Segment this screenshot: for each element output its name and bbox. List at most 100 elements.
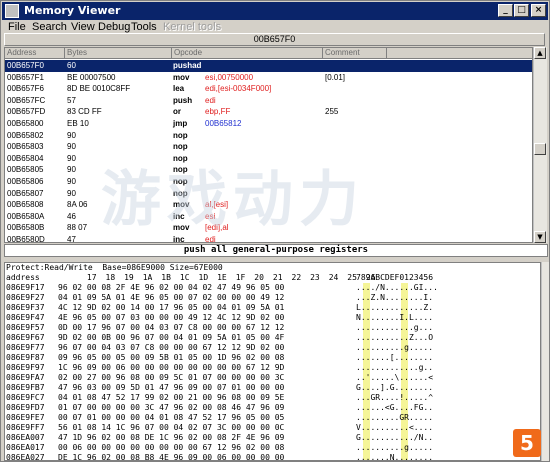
disassembly-scrollbar[interactable]: ▲ ▼ — [533, 47, 547, 243]
column-header-bytes[interactable]: Bytes — [65, 48, 172, 59]
hex-row-bytes[interactable]: 47 1D 96 02 00 08 DE 1C 96 02 00 08 2F 4… — [58, 433, 284, 443]
hex-row-address: 086E9FA7 — [6, 373, 45, 382]
hex-row-ascii[interactable]: L.............Z. — [356, 303, 433, 313]
row-operands: [edi],al — [205, 223, 229, 233]
hex-row-bytes[interactable]: 96 02 00 08 2F 4E 96 02 00 04 02 47 49 9… — [58, 283, 284, 293]
hex-row-bytes[interactable]: 01 07 00 00 00 00 3C 47 96 02 00 08 46 4… — [58, 403, 284, 413]
hex-row-ascii[interactable]: ...Z.N........I. — [356, 293, 433, 303]
disassembly-row[interactable]: 00B657F1 BE 00007500 mov esi,00750000 [0.01] — [5, 72, 532, 84]
row-operands: ebp,FF — [205, 107, 231, 117]
hex-row-ascii[interactable]: ...GR....!.....^ — [356, 393, 433, 403]
site-logo-badge: 5 — [513, 429, 541, 457]
hex-row-bytes[interactable]: DE 1C 96 02 00 08 B8 4E 96 09 00 06 00 0… — [58, 453, 284, 460]
row-opcode: nop — [173, 153, 188, 163]
disassembly-row[interactable]: 00B65807 90 nop — [5, 188, 532, 200]
disassembly-row[interactable]: 00B65808 8A 06 mov al,[esi] — [5, 199, 532, 211]
hex-row-address: 086E9F77 — [6, 343, 45, 352]
hex-row-bytes[interactable]: 02 00 27 00 96 08 00 09 5C 01 07 00 00 0… — [58, 373, 284, 383]
disassembly-row[interactable]: 00B65800 EB 10 jmp 00B65812 — [5, 118, 532, 130]
hex-row-bytes[interactable]: 1C 96 09 00 06 00 00 00 00 00 00 00 00 6… — [58, 363, 284, 373]
hex-row-ascii[interactable]: .......N........ — [356, 453, 433, 460]
maximize-button[interactable]: □ — [514, 4, 529, 17]
scroll-up-arrow-icon[interactable]: ▲ — [534, 47, 546, 59]
hex-row-bytes[interactable]: 00 07 01 00 00 00 04 01 08 47 52 17 96 0… — [58, 413, 284, 423]
hex-row-ascii[interactable]: ..../N......GI... — [356, 283, 438, 293]
hex-row-ascii[interactable]: ..........g..... — [356, 443, 433, 453]
current-address-bar[interactable]: 00B657F0 — [4, 33, 545, 46]
disassembly-row[interactable]: 00B657F6 8D BE 0010C8FF lea edi,[esi-0034F0… — [5, 83, 532, 95]
close-button[interactable]: × — [531, 4, 546, 17]
hex-row-bytes[interactable]: 9D 02 00 0B 00 96 07 00 04 01 09 5A 01 0… — [58, 333, 284, 343]
hex-row-address: 086E9F27 — [6, 293, 45, 302]
hex-row-address: 086E9FF7 — [6, 423, 45, 432]
hex-row-ascii[interactable]: ............g... — [356, 323, 433, 333]
row-comment: 255 — [325, 107, 339, 117]
menu-file[interactable]: File — [8, 21, 26, 33]
hex-header-col: 19 — [124, 273, 134, 282]
disassembly-row[interactable]: 00B657F0 60 pushad — [5, 60, 532, 72]
column-header-address[interactable]: Address — [5, 48, 65, 59]
row-bytes: 90 — [67, 188, 76, 198]
column-header-comment[interactable]: Comment — [323, 48, 387, 59]
disassembly-row[interactable]: 00B6580B 88 07 mov [edi],al — [5, 222, 532, 234]
menu-debug[interactable]: Debug — [98, 21, 130, 33]
hex-row-bytes[interactable]: 00 06 00 00 00 00 00 00 00 00 67 12 96 0… — [58, 443, 284, 453]
hex-header-ascii: 789ABCDEF0123456 — [356, 273, 434, 282]
menu-tools[interactable]: Tools — [131, 21, 157, 33]
hex-row-bytes[interactable]: 09 96 05 00 05 00 09 5B 01 05 00 1D 96 0… — [58, 353, 284, 363]
hex-row-ascii[interactable]: V..........<.... — [356, 423, 433, 433]
menu-search[interactable]: Search — [32, 21, 67, 33]
hex-row-ascii[interactable]: ..........g..... — [356, 343, 433, 353]
column-header-opcode[interactable]: Opcode — [172, 48, 323, 59]
row-opcode: jmp — [173, 119, 188, 128]
scroll-down-arrow-icon[interactable]: ▼ — [534, 231, 546, 243]
row-address: 00B657F6 — [7, 84, 44, 94]
instruction-description: push all general-purpose registers — [4, 244, 548, 257]
hex-row-ascii[interactable]: N........I.L.... — [356, 313, 433, 323]
disassembly-row[interactable]: 00B6580A 46 inc esi — [5, 211, 532, 223]
row-bytes: EB 10 — [67, 119, 89, 128]
row-address: 00B65805 — [7, 165, 44, 175]
hex-row-ascii[interactable]: ......<G....FG.. — [356, 403, 433, 413]
hex-row-ascii[interactable]: G.........../N.. — [356, 433, 433, 443]
minimize-button[interactable]: _ — [498, 4, 513, 17]
hex-header-col: 1D — [198, 273, 209, 282]
hex-row-ascii[interactable]: G....].G........ — [356, 383, 433, 393]
hex-row-ascii[interactable]: ...........Z...O — [356, 333, 433, 343]
hex-row-bytes[interactable]: 96 07 00 04 03 07 C8 00 00 00 67 12 12 9… — [58, 343, 284, 353]
disassembly-row[interactable]: 00B65805 90 nop — [5, 164, 532, 176]
disassembly-row[interactable]: 00B65803 90 nop — [5, 141, 532, 153]
row-address: 00B65807 — [7, 188, 44, 198]
hex-row-ascii[interactable]: ..'.....\......< — [356, 373, 433, 383]
hex-dump-pane[interactable]: Protect:Read/Write Base=086E9000 Size=67… — [4, 262, 541, 461]
hex-row-ascii[interactable]: .........GR..... — [356, 413, 433, 423]
hex-scrollbar[interactable] — [541, 262, 549, 461]
hex-row-bytes[interactable]: 4E 96 05 00 07 03 00 00 00 49 12 4C 12 9… — [58, 313, 284, 323]
row-opcode: inc — [173, 235, 185, 243]
disassembly-row[interactable]: 00B65802 90 nop — [5, 130, 532, 142]
hex-row-ascii[interactable]: .............g.. — [356, 363, 433, 373]
hex-row-bytes[interactable]: 47 96 03 00 09 5D 01 47 96 09 00 07 01 0… — [58, 383, 284, 393]
hex-row-bytes[interactable]: 04 01 08 47 52 17 99 02 00 21 00 96 08 0… — [58, 393, 284, 403]
menu-view[interactable]: View — [71, 21, 95, 33]
row-address: 00B6580B — [7, 223, 45, 233]
hex-row-address: 086E9FC7 — [6, 393, 45, 402]
row-bytes: 57 — [67, 95, 76, 105]
hex-row-bytes[interactable]: 56 01 08 14 1C 96 07 00 04 02 07 3C 00 0… — [58, 423, 284, 433]
disassembly-row[interactable]: 00B657FC 57 push edi — [5, 95, 532, 107]
scroll-thumb[interactable] — [534, 143, 546, 155]
disassembly-row[interactable]: 00B657FD 83 CD FF or ebp,FF 255 — [5, 106, 532, 118]
hex-row-address: 086E9F67 — [6, 333, 45, 342]
disassembly-row[interactable]: 00B65806 90 nop — [5, 176, 532, 188]
hex-row-bytes[interactable]: 4C 12 9D 02 00 14 00 17 96 05 00 04 01 0… — [58, 303, 284, 313]
hex-row-ascii[interactable]: .......[........ — [356, 353, 433, 363]
row-bytes: 90 — [67, 165, 76, 175]
disassembly-row[interactable]: 00B65804 90 nop — [5, 153, 532, 165]
title-bar[interactable]: Memory Viewer _ □ × — [2, 2, 548, 20]
hex-row-bytes[interactable]: 04 01 09 5A 01 4E 96 05 00 07 02 00 00 0… — [58, 293, 284, 303]
row-bytes: BE 00007500 — [67, 72, 116, 82]
hex-row-bytes[interactable]: 0D 00 17 96 07 00 04 03 07 C8 00 00 00 6… — [58, 323, 284, 333]
row-bytes: 8A 06 — [67, 200, 88, 210]
disassembly-pane[interactable]: Address Bytes Opcode Comment 00B657F0 60 p… — [4, 47, 533, 243]
disassembly-row[interactable]: 00B6580D 47 inc edi — [5, 234, 532, 243]
